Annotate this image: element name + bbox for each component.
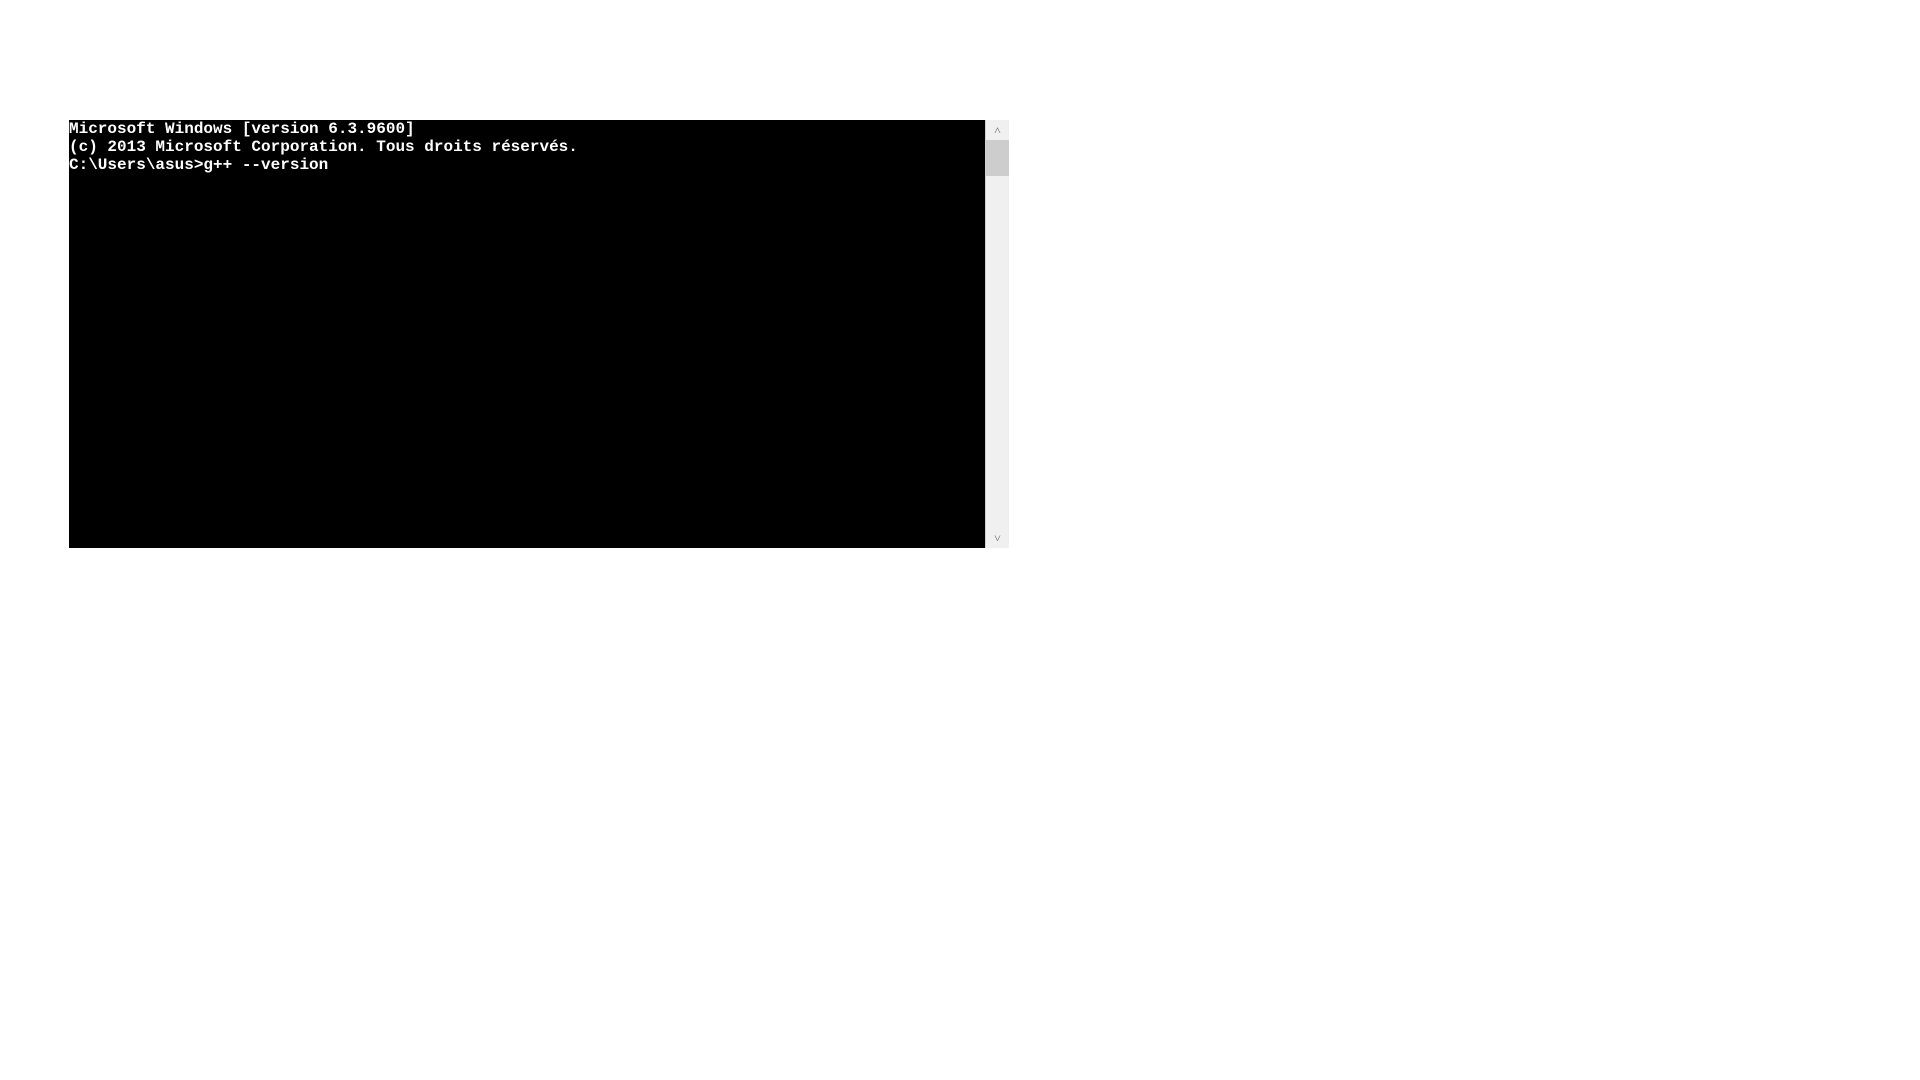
terminal-header-line-1: Microsoft Windows [version 6.3.9600]	[69, 120, 985, 138]
terminal-prompt: C:\Users\asus>	[69, 156, 203, 174]
terminal-content[interactable]: Microsoft Windows [version 6.3.9600](c) …	[69, 120, 985, 548]
scroll-thumb[interactable]	[986, 140, 1009, 176]
scroll-track[interactable]	[986, 140, 1009, 528]
terminal-header-line-2: (c) 2013 Microsoft Corporation. Tous dro…	[69, 138, 985, 156]
vertical-scrollbar[interactable]: ˄ ˅	[985, 120, 1009, 548]
terminal-window: Microsoft Windows [version 6.3.9600](c) …	[69, 120, 1009, 548]
scroll-down-arrow-icon[interactable]: ˅	[986, 528, 1009, 548]
terminal-command-input[interactable]: g++ --version	[203, 156, 328, 174]
scroll-up-arrow-icon[interactable]: ˄	[986, 120, 1009, 140]
